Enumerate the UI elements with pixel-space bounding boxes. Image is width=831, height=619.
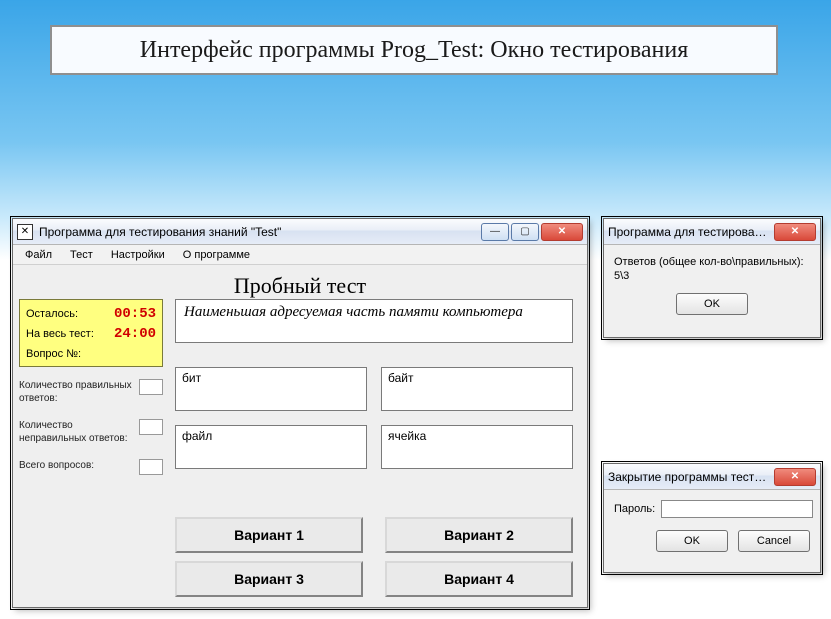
close-dialog: Закрытие программы тестиров... ✕ Пароль:… (603, 463, 821, 573)
answers-grid: бит байт файл ячейка (175, 367, 573, 469)
variant-2-button[interactable]: Вариант 2 (385, 517, 573, 553)
test-heading: Пробный тест (19, 273, 581, 299)
app-icon: ✕ (17, 224, 33, 240)
minimize-button[interactable]: — (481, 223, 509, 241)
answer-1[interactable]: бит (175, 367, 367, 411)
close-cancel-button[interactable]: Cancel (738, 530, 810, 552)
results-ok-button[interactable]: OK (676, 293, 748, 315)
wrong-count-value (139, 419, 163, 435)
answer-3[interactable]: файл (175, 425, 367, 469)
answer-2[interactable]: байт (381, 367, 573, 411)
results-close-button[interactable]: ✕ (774, 223, 816, 241)
window-title: Программа для тестирования знаний "Test" (39, 225, 479, 239)
correct-count-label: Количество правильных ответов: (19, 379, 135, 405)
slide-title-box: Интерфейс программы Prog_Test: Окно тест… (50, 25, 778, 75)
stats-panel: Количество правильных ответов: Количеств… (19, 379, 163, 489)
close-titlebar[interactable]: Закрытие программы тестиров... ✕ (604, 464, 820, 490)
variant-3-button[interactable]: Вариант 3 (175, 561, 363, 597)
maximize-button[interactable]: ▢ (511, 223, 539, 241)
variant-1-button[interactable]: Вариант 1 (175, 517, 363, 553)
wrong-count-label: Количество неправильных ответов: (19, 419, 135, 445)
password-input[interactable] (661, 500, 813, 518)
variant-4-button[interactable]: Вариант 4 (385, 561, 573, 597)
menubar: Файл Тест Настройки О программе (13, 245, 587, 265)
question-no-label: Вопрос №: (26, 344, 81, 364)
menu-settings[interactable]: Настройки (103, 247, 173, 263)
total-questions-value (139, 459, 163, 475)
correct-count-value (139, 379, 163, 395)
variant-row-1: Вариант 1 Вариант 2 (175, 517, 573, 553)
main-window: ✕ Программа для тестирования знаний "Tes… (12, 218, 588, 608)
results-body: Ответов (общее кол-во\правильных): 5\3 O… (604, 245, 820, 337)
close-body: Пароль: OK Cancel (604, 490, 820, 572)
results-titlebar[interactable]: Программа для тестирования з... ✕ (604, 219, 820, 245)
client-area: Пробный тест Осталось: 00:53 На весь тес… (13, 265, 587, 607)
menu-test[interactable]: Тест (62, 247, 101, 263)
password-label: Пароль: (614, 503, 655, 515)
answer-4[interactable]: ячейка (381, 425, 573, 469)
variant-row-2: Вариант 3 Вариант 4 (175, 561, 573, 597)
close-button[interactable]: ✕ (541, 223, 583, 241)
close-ok-button[interactable]: OK (656, 530, 728, 552)
results-title: Программа для тестирования з... (608, 225, 772, 239)
titlebar[interactable]: ✕ Программа для тестирования знаний "Tes… (13, 219, 587, 245)
close-title: Закрытие программы тестиров... (608, 470, 772, 484)
total-questions-label: Всего вопросов: (19, 459, 135, 475)
total-time-label: На весь тест: (26, 324, 94, 344)
remaining-label: Осталось: (26, 304, 78, 324)
slide-title-text: Интерфейс программы Prog_Test: Окно тест… (140, 37, 688, 64)
menu-file[interactable]: Файл (17, 247, 60, 263)
closedlg-close-button[interactable]: ✕ (774, 468, 816, 486)
menu-about[interactable]: О программе (175, 247, 258, 263)
timer-panel: Осталось: 00:53 На весь тест: 24:00 Вопр… (19, 299, 163, 367)
total-time-value: 24:00 (114, 324, 156, 344)
results-message: Ответов (общее кол-во\правильных): 5\3 (614, 255, 810, 283)
question-text: Наименьшая адресуемая часть памяти компь… (175, 299, 573, 343)
results-dialog: Программа для тестирования з... ✕ Ответо… (603, 218, 821, 338)
results-message-line1: Ответов (общее кол-во\правильных): (614, 256, 804, 268)
results-message-line2: 5\3 (614, 270, 629, 282)
remaining-value: 00:53 (114, 304, 156, 324)
